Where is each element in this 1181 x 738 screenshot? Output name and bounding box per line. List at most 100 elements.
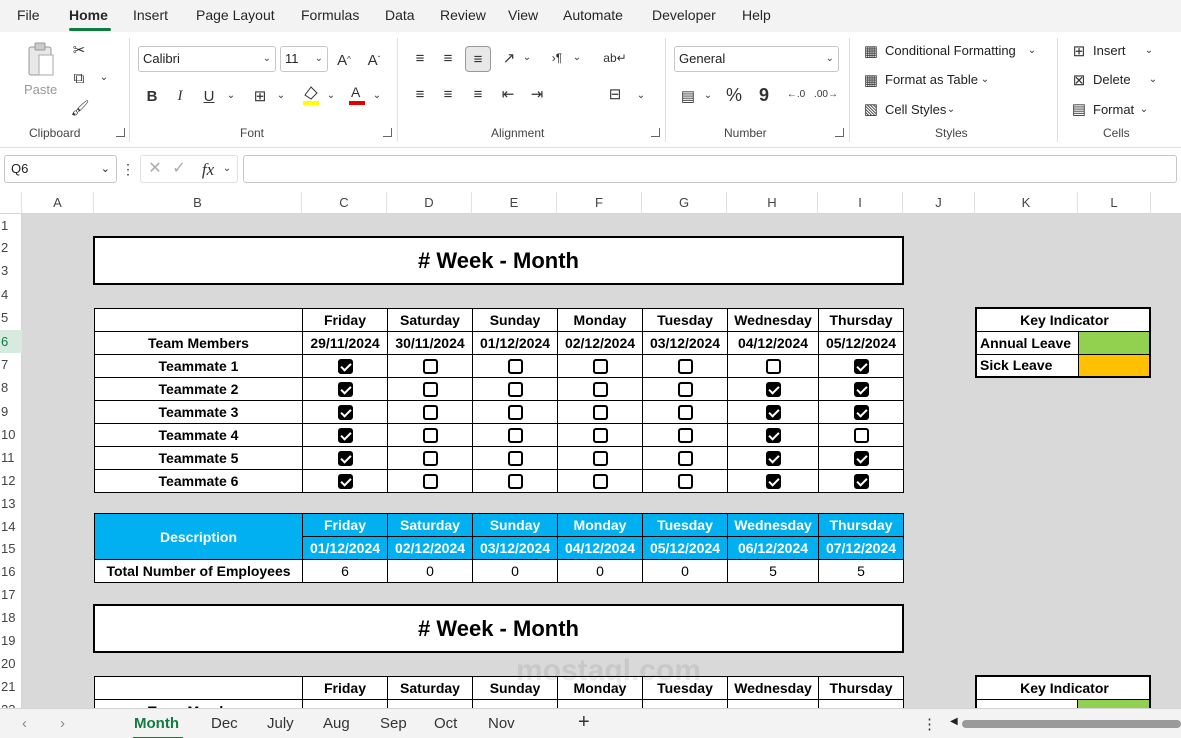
unchecked-checkbox[interactable] xyxy=(422,450,438,466)
increase-font-icon[interactable]: A ^ xyxy=(334,50,354,70)
delete-cells-icon[interactable]: ⊠ xyxy=(1069,71,1089,89)
attendance-cell[interactable] xyxy=(642,469,728,493)
attendance-cell[interactable] xyxy=(642,423,728,447)
accounting-format-icon[interactable]: ▤ xyxy=(677,86,699,106)
wrap-text-icon[interactable]: ab↵ xyxy=(603,46,626,70)
chevron-down-icon[interactable]: ⌄ xyxy=(1148,73,1158,87)
sheet-tab-month[interactable]: Month xyxy=(134,715,179,732)
attendance-cell[interactable] xyxy=(472,423,558,447)
attendance-cell[interactable] xyxy=(302,400,388,424)
column-header-d[interactable]: D xyxy=(387,192,472,214)
menu-insert[interactable]: Insert xyxy=(133,7,168,23)
checked-checkbox[interactable] xyxy=(337,473,353,489)
conditional-formatting-button[interactable]: Conditional Formatting xyxy=(885,43,1016,58)
attendance-cell[interactable] xyxy=(642,446,728,470)
unchecked-checkbox[interactable] xyxy=(507,450,523,466)
menu-page-layout[interactable]: Page Layout xyxy=(196,7,275,23)
attendance-cell[interactable] xyxy=(302,423,388,447)
attendance-cell[interactable] xyxy=(818,354,904,378)
clipboard-launcher-icon[interactable] xyxy=(116,128,125,137)
unchecked-checkbox[interactable] xyxy=(507,381,523,397)
row-header-17[interactable]: 17 xyxy=(0,583,22,606)
row-header-9[interactable]: 9 xyxy=(0,400,22,423)
alignment-launcher-icon[interactable] xyxy=(651,128,660,137)
unchecked-checkbox[interactable] xyxy=(592,358,608,374)
align-right-icon[interactable]: ≡ xyxy=(468,84,488,104)
unchecked-checkbox[interactable] xyxy=(677,427,693,443)
checked-checkbox[interactable] xyxy=(853,358,869,374)
chevron-down-icon[interactable]: ⌄ xyxy=(572,50,582,66)
row-header-3[interactable]: 3 xyxy=(0,259,22,282)
unchecked-checkbox[interactable] xyxy=(677,404,693,420)
chevron-down-icon[interactable]: ⌄ xyxy=(276,88,286,104)
formula-input[interactable] xyxy=(243,155,1177,183)
scrollbar-thumb[interactable] xyxy=(962,720,1181,728)
chevron-down-icon[interactable]: ⌄ xyxy=(636,88,646,104)
increase-decimal-icon[interactable]: ←.0 xyxy=(784,84,808,106)
attendance-cell[interactable] xyxy=(302,377,388,401)
column-header-k[interactable]: K xyxy=(975,192,1078,214)
menu-review[interactable]: Review xyxy=(440,7,486,23)
decrease-font-icon[interactable]: Aˇ xyxy=(364,50,384,70)
bold-button[interactable]: B xyxy=(144,86,160,106)
unchecked-checkbox[interactable] xyxy=(422,473,438,489)
attendance-cell[interactable] xyxy=(472,377,558,401)
number-launcher-icon[interactable] xyxy=(835,128,844,137)
insert-cells-button[interactable]: Insert xyxy=(1093,43,1126,58)
attendance-cell[interactable] xyxy=(387,446,473,470)
checked-checkbox[interactable] xyxy=(765,473,781,489)
align-center-icon[interactable]: ≡ xyxy=(438,84,458,104)
cancel-icon[interactable]: ✕ xyxy=(147,160,163,178)
attendance-cell[interactable] xyxy=(727,423,819,447)
insert-cells-icon[interactable]: ⊞ xyxy=(1069,42,1089,60)
chevron-down-icon[interactable]: ⌄ xyxy=(1139,103,1149,117)
attendance-cell[interactable] xyxy=(818,446,904,470)
format-as-table-button[interactable]: Format as Table xyxy=(885,72,978,87)
checked-checkbox[interactable] xyxy=(853,473,869,489)
menu-home[interactable]: Home xyxy=(69,7,108,23)
align-middle-icon[interactable]: ≡ xyxy=(438,48,458,68)
row-header-1[interactable]: 1 xyxy=(0,214,22,237)
unchecked-checkbox[interactable] xyxy=(677,450,693,466)
unchecked-checkbox[interactable] xyxy=(853,427,869,443)
attendance-cell[interactable] xyxy=(727,446,819,470)
attendance-cell[interactable] xyxy=(727,354,819,378)
unchecked-checkbox[interactable] xyxy=(507,473,523,489)
attendance-cell[interactable] xyxy=(557,354,643,378)
row-header-6[interactable]: 6 xyxy=(0,330,22,353)
row-header-10[interactable]: 10 xyxy=(0,423,22,446)
attendance-cell[interactable] xyxy=(818,377,904,401)
cell-styles-icon[interactable]: ▧ xyxy=(861,100,881,118)
menu-formulas[interactable]: Formulas xyxy=(301,7,359,23)
copy-dropdown-icon[interactable]: ⌄ xyxy=(98,70,110,86)
row-header-12[interactable]: 12 xyxy=(0,469,22,492)
row-header-20[interactable]: 20 xyxy=(0,652,22,675)
column-header-c[interactable]: C xyxy=(302,192,387,214)
attendance-cell[interactable] xyxy=(818,423,904,447)
column-header-h[interactable]: H xyxy=(727,192,818,214)
add-sheet-icon[interactable]: + xyxy=(578,711,590,734)
attendance-cell[interactable] xyxy=(472,469,558,493)
attendance-cell[interactable] xyxy=(387,469,473,493)
unchecked-checkbox[interactable] xyxy=(592,381,608,397)
scroll-tabs-right-icon[interactable]: › xyxy=(60,715,65,732)
underline-button[interactable]: U xyxy=(200,86,218,106)
unchecked-checkbox[interactable] xyxy=(422,427,438,443)
column-header-e[interactable]: E xyxy=(472,192,557,214)
checked-checkbox[interactable] xyxy=(765,404,781,420)
cell-styles-button[interactable]: Cell Styles xyxy=(885,102,946,117)
menu-view[interactable]: View xyxy=(508,7,538,23)
align-bottom-icon[interactable]: ≡ xyxy=(465,46,491,72)
unchecked-checkbox[interactable] xyxy=(592,450,608,466)
unchecked-checkbox[interactable] xyxy=(677,358,693,374)
column-header-l[interactable]: L xyxy=(1078,192,1151,214)
unchecked-checkbox[interactable] xyxy=(507,427,523,443)
checked-checkbox[interactable] xyxy=(337,450,353,466)
format-as-table-icon[interactable]: ▦ xyxy=(861,71,881,89)
decrease-indent-icon[interactable]: ⇤ xyxy=(498,84,518,104)
attendance-cell[interactable] xyxy=(818,400,904,424)
chevron-down-icon[interactable]: ⌄ xyxy=(1144,44,1154,58)
row-header-8[interactable]: 8 xyxy=(0,376,22,399)
sheet-tab-nov[interactable]: Nov xyxy=(488,715,515,732)
more-options-icon[interactable]: ⋮ xyxy=(121,161,135,177)
